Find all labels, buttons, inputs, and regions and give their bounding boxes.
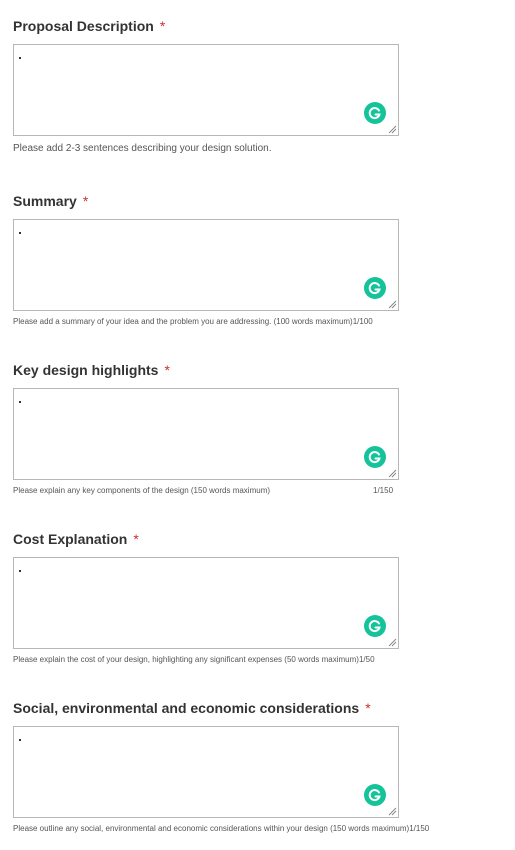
text-dot — [19, 570, 21, 572]
word-counter: 1/150 — [373, 486, 394, 495]
summary-textarea[interactable] — [14, 220, 398, 310]
textarea-container[interactable] — [13, 44, 399, 136]
help-text: Please explain the cost of your design, … — [13, 655, 359, 664]
grammarly-icon[interactable] — [364, 615, 386, 637]
cost-explanation-textarea[interactable] — [14, 558, 398, 648]
help-text-row: Please explain the cost of your design, … — [13, 655, 403, 664]
help-text: Please add 2-3 sentences describing your… — [13, 143, 272, 154]
text-dot — [19, 401, 21, 403]
help-text: Please add a summary of your idea and th… — [13, 317, 353, 326]
grammarly-icon[interactable] — [364, 277, 386, 299]
textarea-container[interactable] — [13, 557, 399, 649]
field-label-text: Cost Explanation — [13, 531, 128, 547]
grammarly-icon[interactable] — [364, 446, 386, 468]
help-text: Please outline any social, environmental… — [13, 824, 410, 833]
resize-handle-icon[interactable] — [387, 806, 397, 816]
social-environmental-economic-textarea[interactable] — [14, 727, 398, 817]
textarea-container[interactable] — [13, 219, 399, 311]
required-asterisk: * — [133, 531, 139, 547]
resize-handle-icon[interactable] — [387, 637, 397, 647]
text-dot — [19, 232, 21, 234]
required-asterisk: * — [159, 18, 166, 34]
field-label: Summary * — [13, 191, 403, 211]
help-text-row: Please explain any key components of the… — [13, 486, 403, 495]
resize-handle-icon[interactable] — [387, 124, 397, 134]
required-asterisk: * — [365, 700, 371, 716]
help-text-row: Please outline any social, environmental… — [13, 824, 429, 833]
field-proposal-description: Proposal Description * Please add 2-3 sen… — [13, 16, 403, 154]
resize-handle-icon[interactable] — [387, 299, 397, 309]
text-dot — [19, 739, 21, 741]
key-design-highlights-textarea[interactable] — [14, 389, 398, 479]
field-label: Social, environmental and economic consi… — [13, 698, 403, 718]
word-counter: 1/150 — [409, 824, 430, 833]
required-asterisk: * — [82, 193, 89, 209]
word-counter: 1/100 — [352, 317, 373, 326]
field-summary: Summary * Please add a summary of your id… — [13, 191, 403, 326]
field-label: Proposal Description * — [13, 16, 403, 36]
help-text: Please explain any key components of the… — [13, 486, 271, 495]
field-label: Cost Explanation * — [13, 529, 403, 549]
required-asterisk: * — [164, 362, 170, 378]
field-label-text: Summary — [13, 193, 77, 209]
grammarly-icon[interactable] — [364, 102, 386, 124]
field-social-environmental-economic: Social, environmental and economic consi… — [13, 698, 429, 833]
text-dot — [19, 57, 21, 59]
word-counter: 1/50 — [358, 655, 375, 664]
field-label-text: Proposal Description — [13, 18, 154, 34]
field-label-text: Social, environmental and economic consi… — [13, 700, 360, 716]
resize-handle-icon[interactable] — [387, 468, 397, 478]
textarea-container[interactable] — [13, 388, 399, 480]
help-text-row: Please add a summary of your idea and th… — [13, 317, 403, 326]
field-label-text: Key design highlights — [13, 362, 159, 378]
field-key-design-highlights: Key design highlights * Please explain an… — [13, 360, 403, 495]
grammarly-icon[interactable] — [364, 784, 386, 806]
field-label: Key design highlights * — [13, 360, 403, 380]
field-cost-explanation: Cost Explanation * Please explain the cos… — [13, 529, 403, 664]
proposal-description-textarea[interactable] — [14, 45, 398, 135]
textarea-container[interactable] — [13, 726, 399, 818]
